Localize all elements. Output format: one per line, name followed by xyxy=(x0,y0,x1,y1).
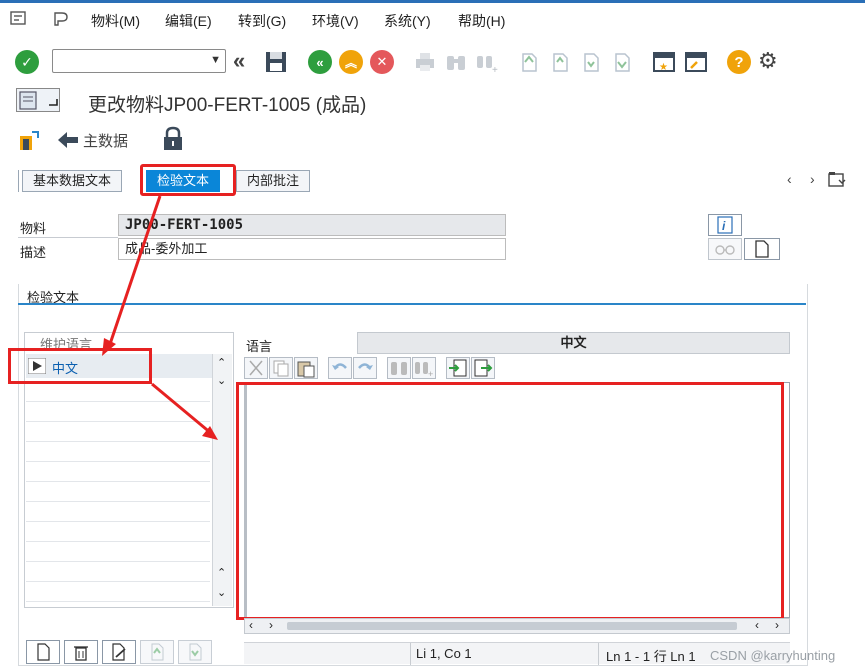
edit-document-icon[interactable] xyxy=(102,640,136,664)
back-icon[interactable]: « xyxy=(308,50,332,74)
editor-language-label: 语言 xyxy=(246,339,273,354)
editor-horizontal-scrollbar[interactable]: ‹ › ‹ › xyxy=(244,618,790,634)
editor-highlight-box xyxy=(236,382,784,620)
info-icon[interactable]: i xyxy=(708,214,742,236)
transaction-icon[interactable] xyxy=(16,88,60,112)
paste-icon[interactable] xyxy=(294,357,318,379)
chevron-left-icon[interactable]: ‹ xyxy=(787,171,792,187)
menu-environment[interactable]: 环境(V) xyxy=(312,11,359,31)
material-field: JP00-FERT-1005 xyxy=(118,214,506,236)
collapse-left-icon[interactable]: « xyxy=(233,50,257,74)
delete-trash-icon[interactable] xyxy=(64,640,98,664)
scroll-down-icon[interactable]: ⌄ xyxy=(217,586,226,599)
material-label: 物料 xyxy=(20,221,47,236)
language-row-empty xyxy=(26,582,210,602)
language-row-empty xyxy=(26,402,210,422)
find-next-icon[interactable]: + xyxy=(475,50,499,76)
enter-check-icon[interactable]: ✓ xyxy=(15,50,39,74)
other-material-icon[interactable] xyxy=(18,128,42,152)
move-down-icon[interactable] xyxy=(178,640,212,664)
menu-edit[interactable]: 编辑(E) xyxy=(165,11,212,31)
tab-internal-comment[interactable]: 内部批注 xyxy=(236,170,311,192)
glasses-icon[interactable] xyxy=(708,238,742,260)
language-highlight-box xyxy=(8,348,152,384)
tab-list-icon[interactable] xyxy=(828,171,846,187)
command-field[interactable]: ▼ xyxy=(52,49,226,73)
save-icon[interactable] xyxy=(264,50,288,74)
editor-language-value: 中文 xyxy=(357,332,790,354)
description-label: 描述 xyxy=(20,245,47,260)
status-divider xyxy=(410,643,411,665)
tab-highlight-box xyxy=(140,164,236,196)
line-count: Ln 1 - 1 行 Ln 1 xyxy=(606,649,696,664)
menu-help[interactable]: 帮助(H) xyxy=(458,11,505,31)
editor-status-bar: Li 1, Co 1 Ln 1 - 1 行 Ln 1 xyxy=(244,642,790,665)
menu-material[interactable]: 物料(M) xyxy=(91,11,140,31)
chevron-right-icon[interactable]: › xyxy=(810,171,815,187)
last-page-icon[interactable] xyxy=(610,50,634,74)
first-page-icon[interactable] xyxy=(517,50,541,74)
find-icon[interactable] xyxy=(444,50,468,74)
language-row-empty xyxy=(26,502,210,522)
copy-icon[interactable] xyxy=(269,357,293,379)
sap-logo-icon[interactable] xyxy=(52,11,68,26)
svg-text:+: + xyxy=(428,369,433,378)
new-document-icon[interactable] xyxy=(26,640,60,664)
svg-text:★: ★ xyxy=(659,62,668,73)
main-data-label[interactable]: 主数据 xyxy=(83,130,128,151)
language-row-empty xyxy=(26,542,210,562)
language-row-empty xyxy=(26,522,210,542)
undo-icon[interactable] xyxy=(328,357,352,379)
scroll-left-icon[interactable]: ‹ xyxy=(249,618,253,632)
scroll-left-icon[interactable]: ‹ xyxy=(755,618,759,632)
cancel-icon[interactable]: ✕ xyxy=(370,50,394,74)
watermark-text: CSDN @karryhunting xyxy=(710,648,836,663)
redo-icon[interactable] xyxy=(353,357,377,379)
menu-icon[interactable] xyxy=(10,11,26,25)
section-divider xyxy=(18,303,806,305)
import-icon[interactable] xyxy=(446,357,470,379)
language-row-empty xyxy=(26,382,210,402)
scroll-right-icon[interactable]: › xyxy=(775,618,779,632)
tab-basic-data-text[interactable]: 基本数据文本 xyxy=(22,170,123,192)
find-next-icon[interactable]: + xyxy=(412,357,436,379)
cut-icon[interactable] xyxy=(244,357,268,379)
language-row-empty xyxy=(26,482,210,502)
svg-text:+: + xyxy=(492,65,498,74)
chevron-down-icon[interactable]: ▼ xyxy=(210,54,221,66)
previous-page-icon[interactable] xyxy=(548,50,572,74)
description-field: 成品-委外加工 xyxy=(118,238,506,260)
export-icon[interactable] xyxy=(471,357,495,379)
scroll-right-icon[interactable]: › xyxy=(269,618,273,632)
help-icon[interactable]: ? xyxy=(727,50,751,74)
lock-icon[interactable] xyxy=(162,126,184,152)
cursor-position: Li 1, Co 1 xyxy=(416,646,472,661)
arrow-left-icon[interactable] xyxy=(56,128,80,152)
language-list-scrollbar[interactable]: ⌃ ⌄ ⌃ ⌄ xyxy=(212,354,232,606)
scroll-up-icon[interactable]: ⌃ xyxy=(217,356,226,369)
menu-goto[interactable]: 转到(G) xyxy=(238,11,286,31)
field-divider xyxy=(18,237,118,238)
language-row-empty xyxy=(26,422,210,442)
next-page-icon[interactable] xyxy=(579,50,603,74)
document-icon[interactable] xyxy=(744,238,780,260)
shortcut-icon[interactable] xyxy=(684,50,708,74)
move-up-icon[interactable] xyxy=(140,640,174,664)
language-row-empty xyxy=(26,562,210,582)
print-icon[interactable] xyxy=(413,50,437,74)
scroll-down-icon[interactable]: ⌄ xyxy=(217,374,226,387)
find-icon[interactable] xyxy=(387,357,411,379)
create-session-icon[interactable]: ★ xyxy=(652,50,676,74)
menu-system[interactable]: 系统(Y) xyxy=(384,11,431,31)
page-title: 更改物料JP00-FERT-1005 (成品) xyxy=(88,95,367,116)
language-row-empty xyxy=(26,442,210,462)
scroll-thumb[interactable] xyxy=(287,622,737,630)
status-divider xyxy=(598,643,599,665)
menu-bar: 物料(M) 编辑(E) 转到(G) 环境(V) 系统(Y) 帮助(H) xyxy=(0,0,865,36)
language-row-empty xyxy=(26,462,210,482)
settings-gear-icon[interactable]: ⚙ xyxy=(758,50,782,74)
scroll-up-icon[interactable]: ⌃ xyxy=(217,566,226,579)
exit-icon[interactable]: ︽ xyxy=(339,50,363,74)
